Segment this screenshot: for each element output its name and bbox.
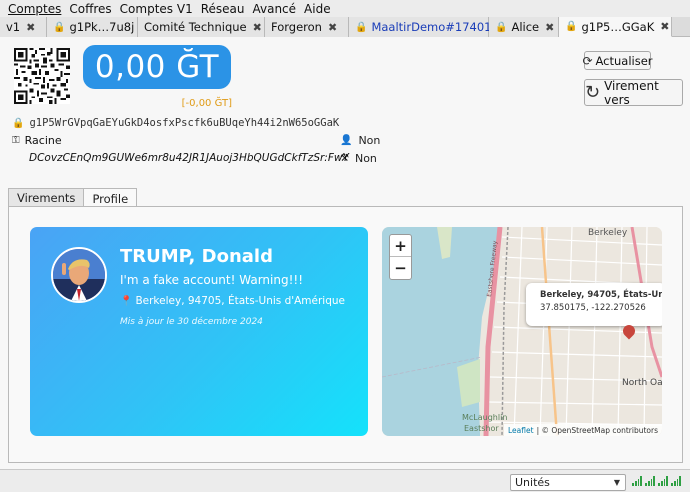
zoom-out-button[interactable]: − (390, 257, 411, 279)
user-icon: 👤 (340, 135, 353, 146)
map-tiles: Berkeley North Oa McLaughlin Eastshor Ea… (382, 227, 662, 436)
detail-tabs: Virements Profile (8, 188, 138, 208)
tab-forgeron[interactable]: Forgeron ✖ (265, 17, 349, 37)
refresh-icon: ⟳ (582, 53, 593, 68)
account-type: ⚿ Racine (12, 134, 62, 147)
network-signals (632, 476, 681, 486)
close-icon[interactable]: ✖ (545, 21, 554, 34)
signal-icon (658, 476, 668, 486)
anvil-icon: ⚒ (340, 153, 349, 164)
lock-icon: 🔒 (495, 21, 508, 33)
balance-display: 0,00 ĞT (83, 45, 231, 89)
tab-maaltirdemo[interactable]: 🔒 MaaltirDemo#17401 ✖ (349, 17, 507, 37)
transfer-button[interactable]: ↻ Virement vers (584, 79, 683, 107)
menu-avance[interactable]: Avancé (248, 2, 300, 16)
tab-virements[interactable]: Virements (8, 188, 85, 207)
menu-reseau[interactable]: Réseau (197, 2, 249, 16)
menu-coffres[interactable]: Coffres (65, 2, 115, 16)
signal-icon (671, 476, 681, 486)
profile-updated: Mis à jour le 30 décembre 2024 (120, 317, 263, 327)
signal-icon (645, 476, 655, 486)
map-attribution: Leaflet | © OpenStreetMap contributors (504, 424, 662, 436)
menu-comptes[interactable]: Comptes (4, 2, 65, 16)
location-map[interactable]: Berkeley North Oa McLaughlin Eastshor Ea… (382, 227, 662, 436)
transfer-icon: ↻ (585, 82, 601, 103)
profile-bio: I'm a fake account! Warning!!! (120, 273, 304, 287)
tab-alice[interactable]: 🔒 Alice ✖ (489, 17, 559, 37)
tab-v1[interactable]: v1 ✖ (0, 17, 47, 37)
map-label-north-oakland: North Oa (622, 378, 662, 388)
profile-card: TRUMP, Donald I'm a fake account! Warnin… (30, 227, 368, 436)
profile-name: TRUMP, Donald (120, 246, 273, 267)
profile-address: 📍 Berkeley, 94705, États-Unis d'Amérique (120, 295, 346, 307)
close-icon[interactable]: ✖ (253, 21, 262, 34)
map-label-eastshore: Eastshor (464, 424, 499, 433)
account-page: 0,00 ĞT [-0,00 ĞT] ⟳ Actualiser ↻ Vireme… (0, 37, 690, 469)
map-pin-icon: 📍 (120, 295, 133, 307)
profile-panel: TRUMP, Donald I'm a fake account! Warnin… (8, 206, 683, 463)
map-zoom-control: + − (389, 234, 412, 280)
tab-comite-technique[interactable]: Comité Technique ✖ (138, 17, 265, 37)
menu-bar: Comptes Coffres Comptes V1 Réseau Avancé… (0, 0, 690, 17)
certificate-key: DCovzCEnQm9GUWe6mr8u42JR1JAuoj3HbQUGdCkf… (29, 152, 349, 164)
refresh-button[interactable]: ⟳ Actualiser (582, 51, 653, 70)
key-icon: ⚿ (12, 135, 20, 146)
public-key: 🔒 g1P5WrGVpqGaEYuGkD4osfxPscfk6uBUqeYh44… (12, 117, 340, 129)
lock-icon: 🔒 (12, 117, 25, 129)
close-icon[interactable]: ✖ (660, 20, 669, 33)
balance-sub: [-0,00 ĞT] (181, 98, 232, 109)
tab-g1pk[interactable]: 🔒 g1Pk…7u8j ✖ (47, 17, 150, 37)
tab-profile[interactable]: Profile (83, 188, 138, 208)
close-icon[interactable]: ✖ (26, 21, 35, 34)
lock-icon: 🔒 (53, 21, 66, 33)
leaflet-link[interactable]: Leaflet (508, 426, 534, 435)
lock-icon: 🔒 (355, 21, 368, 33)
map-label-mclaughlin: McLaughlin (462, 413, 507, 422)
avatar (51, 247, 107, 303)
status-bar: Unités ▼ (0, 469, 690, 492)
popup-coords: 37.850175, -122.270526 (540, 303, 646, 313)
smith-flag: ⚒ Non (340, 152, 377, 165)
avatar-image (53, 249, 105, 301)
unit-select[interactable]: Unités ▼ (510, 474, 626, 491)
chevron-down-icon: ▼ (613, 478, 620, 487)
signal-icon (632, 476, 642, 486)
popup-title: Berkeley, 94705, États-Unis d'Amérique (540, 290, 662, 300)
menu-aide[interactable]: Aide (300, 2, 335, 16)
zoom-in-button[interactable]: + (390, 235, 411, 257)
identity-flag: 👤 Non (340, 134, 381, 147)
map-popup: Berkeley, 94705, États-Unis d'Amérique 3… (526, 283, 662, 326)
tab-g1p5-active[interactable]: 🔒 g1P5…GGaK ✖ (559, 17, 672, 37)
qr-code-icon (14, 48, 70, 104)
close-icon[interactable]: ✖ (328, 21, 337, 34)
lock-icon: 🔒 (565, 21, 578, 32)
map-label-berkeley: Berkeley (588, 228, 628, 238)
account-tabs: v1 ✖ 🔒 g1Pk…7u8j ✖ Comité Technique ✖ Fo… (0, 17, 690, 37)
menu-comptes-v1[interactable]: Comptes V1 (116, 2, 197, 16)
